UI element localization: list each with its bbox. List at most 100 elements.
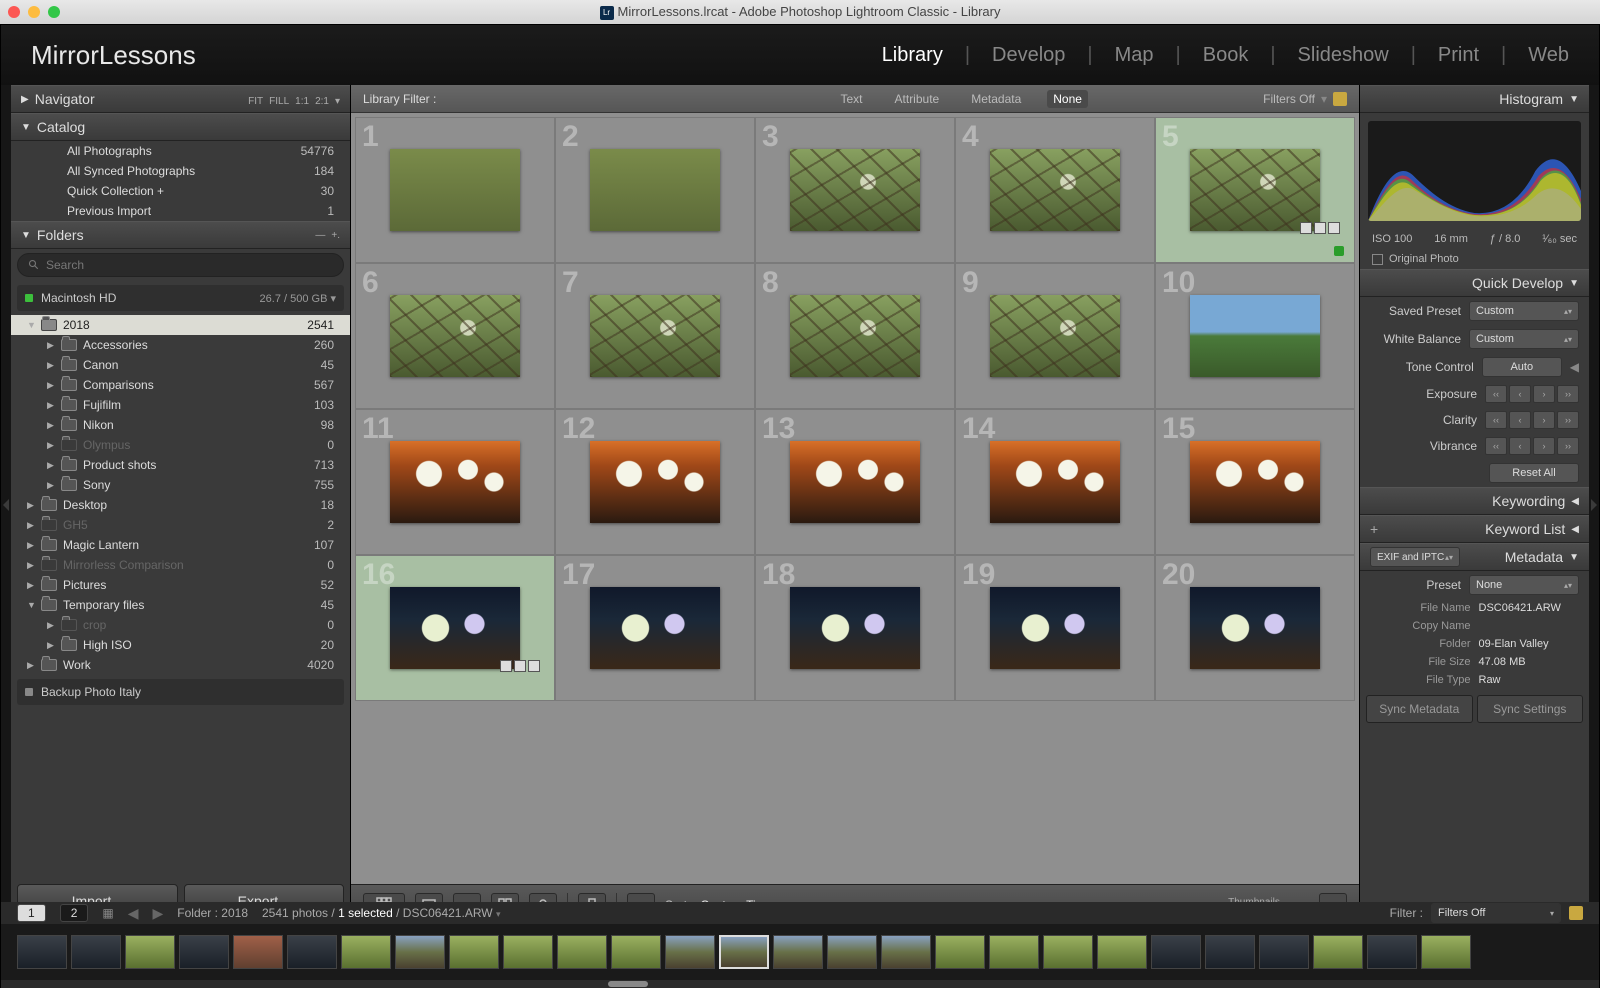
- minus-icon[interactable]: —: [315, 230, 325, 241]
- sync-metadata-button[interactable]: Sync Metadata: [1366, 695, 1473, 723]
- filmstrip-thumb[interactable]: [1367, 935, 1417, 969]
- grid-cell[interactable]: 20: [1155, 555, 1355, 701]
- grid-cell[interactable]: 11: [355, 409, 555, 555]
- module-web[interactable]: Web: [1528, 44, 1569, 67]
- grid-cell[interactable]: 9: [955, 263, 1155, 409]
- step-plus2[interactable]: ››: [1557, 385, 1579, 403]
- folder-row[interactable]: ▶Desktop18: [11, 495, 350, 515]
- plus-icon[interactable]: +: [1370, 521, 1378, 537]
- grid-icon[interactable]: ▦: [102, 906, 113, 920]
- step-plus[interactable]: ›: [1533, 437, 1555, 455]
- filmstrip-thumb[interactable]: [233, 935, 283, 969]
- filmstrip-thumb[interactable]: [1313, 935, 1363, 969]
- grid-cell[interactable]: 6: [355, 263, 555, 409]
- grid-cell[interactable]: 18: [755, 555, 955, 701]
- chevron-down-icon[interactable]: ▾: [1321, 92, 1327, 106]
- filter-select[interactable]: Filters Off▾: [1431, 903, 1561, 923]
- grid-cell[interactable]: 5: [1155, 117, 1355, 263]
- step-plus[interactable]: ›: [1533, 411, 1555, 429]
- saved-preset-select[interactable]: Custom▴▾: [1469, 301, 1579, 321]
- filmstrip-thumb[interactable]: [1421, 935, 1471, 969]
- catalog-item[interactable]: All Synced Photographs184: [11, 161, 350, 181]
- grid-cell[interactable]: 19: [955, 555, 1155, 701]
- keywordlist-header[interactable]: +Keyword List◀: [1360, 515, 1589, 543]
- folder-row[interactable]: ▶Nikon98: [11, 415, 350, 435]
- backup-volume[interactable]: Backup Photo Italy: [17, 679, 344, 705]
- folder-row[interactable]: ▶Product shots713: [11, 455, 350, 475]
- screen-1-pill[interactable]: 1: [17, 904, 46, 922]
- filmstrip-thumb[interactable]: [935, 935, 985, 969]
- filmstrip-thumb[interactable]: [1259, 935, 1309, 969]
- filmstrip-thumb[interactable]: [557, 935, 607, 969]
- step-minus[interactable]: ‹: [1509, 437, 1531, 455]
- folder-row[interactable]: ▶Work4020: [11, 655, 350, 675]
- catalog-item[interactable]: All Photographs54776: [11, 141, 350, 161]
- folder-row[interactable]: ▼20182541: [11, 315, 350, 335]
- lock-icon[interactable]: [1569, 906, 1583, 920]
- grid-cell[interactable]: 12: [555, 409, 755, 555]
- grid-cell[interactable]: 8: [755, 263, 955, 409]
- step-minus2[interactable]: ‹‹: [1485, 411, 1507, 429]
- nav-opt[interactable]: 1:1: [295, 96, 309, 107]
- plus-icon[interactable]: +.: [331, 230, 340, 241]
- folders-header[interactable]: ▼ Folders — +.: [11, 221, 350, 249]
- filmstrip-thumb[interactable]: [881, 935, 931, 969]
- grid-cell[interactable]: 2: [555, 117, 755, 263]
- filmstrip-thumb[interactable]: [719, 935, 769, 969]
- step-minus2[interactable]: ‹‹: [1485, 385, 1507, 403]
- filmstrip-thumb[interactable]: [125, 935, 175, 969]
- reset-all-button[interactable]: Reset All: [1489, 463, 1579, 483]
- grid-cell[interactable]: 1: [355, 117, 555, 263]
- step-plus2[interactable]: ››: [1557, 437, 1579, 455]
- back-arrow-icon[interactable]: ◀: [128, 905, 139, 922]
- filmstrip-thumb[interactable]: [71, 935, 121, 969]
- filmstrip-thumb[interactable]: [449, 935, 499, 969]
- grid-cell[interactable]: 7: [555, 263, 755, 409]
- filmstrip-thumb[interactable]: [287, 935, 337, 969]
- metadata-header[interactable]: EXIF and IPTC▴▾ Metadata▼: [1360, 543, 1589, 571]
- grid-cell[interactable]: 3: [755, 117, 955, 263]
- nav-opt[interactable]: 2:1: [315, 96, 329, 107]
- module-develop[interactable]: Develop: [992, 44, 1065, 67]
- filters-off[interactable]: Filters Off: [1263, 92, 1315, 106]
- original-photo-check[interactable]: Original Photo: [1360, 249, 1589, 269]
- step-minus[interactable]: ‹: [1509, 385, 1531, 403]
- step-minus[interactable]: ‹: [1509, 411, 1531, 429]
- folder-row[interactable]: ▶GH52: [11, 515, 350, 535]
- catalog-header[interactable]: ▼ Catalog: [11, 113, 350, 141]
- folder-row[interactable]: ▶High ISO20: [11, 635, 350, 655]
- filmstrip-thumb[interactable]: [611, 935, 661, 969]
- folder-search[interactable]: Search: [17, 253, 344, 277]
- step-minus2[interactable]: ‹‹: [1485, 437, 1507, 455]
- screen-2-pill[interactable]: 2: [60, 904, 89, 922]
- histogram-header[interactable]: Histogram ▼: [1360, 85, 1589, 113]
- module-map[interactable]: Map: [1115, 44, 1154, 67]
- nav-opt[interactable]: FILL: [269, 96, 289, 107]
- filmstrip-thumb[interactable]: [1043, 935, 1093, 969]
- step-plus2[interactable]: ››: [1557, 411, 1579, 429]
- folder-row[interactable]: ▶Olympus0: [11, 435, 350, 455]
- filmstrip-thumb[interactable]: [179, 935, 229, 969]
- filmstrip-thumb[interactable]: [665, 935, 715, 969]
- filter-tab-none[interactable]: None: [1047, 90, 1088, 108]
- filmstrip[interactable]: [1, 924, 1599, 980]
- folder-row[interactable]: ▶Magic Lantern107: [11, 535, 350, 555]
- filmstrip-thumb[interactable]: [503, 935, 553, 969]
- folder-row[interactable]: ▼Temporary files45: [11, 595, 350, 615]
- module-print[interactable]: Print: [1438, 44, 1479, 67]
- filmstrip-thumb[interactable]: [1205, 935, 1255, 969]
- folder-row[interactable]: ▶Mirrorless Comparison0: [11, 555, 350, 575]
- catalog-item[interactable]: Previous Import1: [11, 201, 350, 221]
- filter-tab-attribute[interactable]: Attribute: [889, 90, 946, 108]
- folder-row[interactable]: ▶Comparisons567: [11, 375, 350, 395]
- nav-opt[interactable]: FIT: [248, 96, 263, 107]
- grid-cell[interactable]: 16: [355, 555, 555, 701]
- white-balance-select[interactable]: Custom▴▾: [1469, 329, 1579, 349]
- filmstrip-scrollbar[interactable]: [1, 980, 1599, 988]
- module-book[interactable]: Book: [1203, 44, 1249, 67]
- volume-row[interactable]: Macintosh HD 26.7 / 500 GB ▾: [17, 285, 344, 311]
- filmstrip-thumb[interactable]: [17, 935, 67, 969]
- lock-icon[interactable]: [1333, 92, 1347, 106]
- filmstrip-thumb[interactable]: [827, 935, 877, 969]
- grid-cell[interactable]: 14: [955, 409, 1155, 555]
